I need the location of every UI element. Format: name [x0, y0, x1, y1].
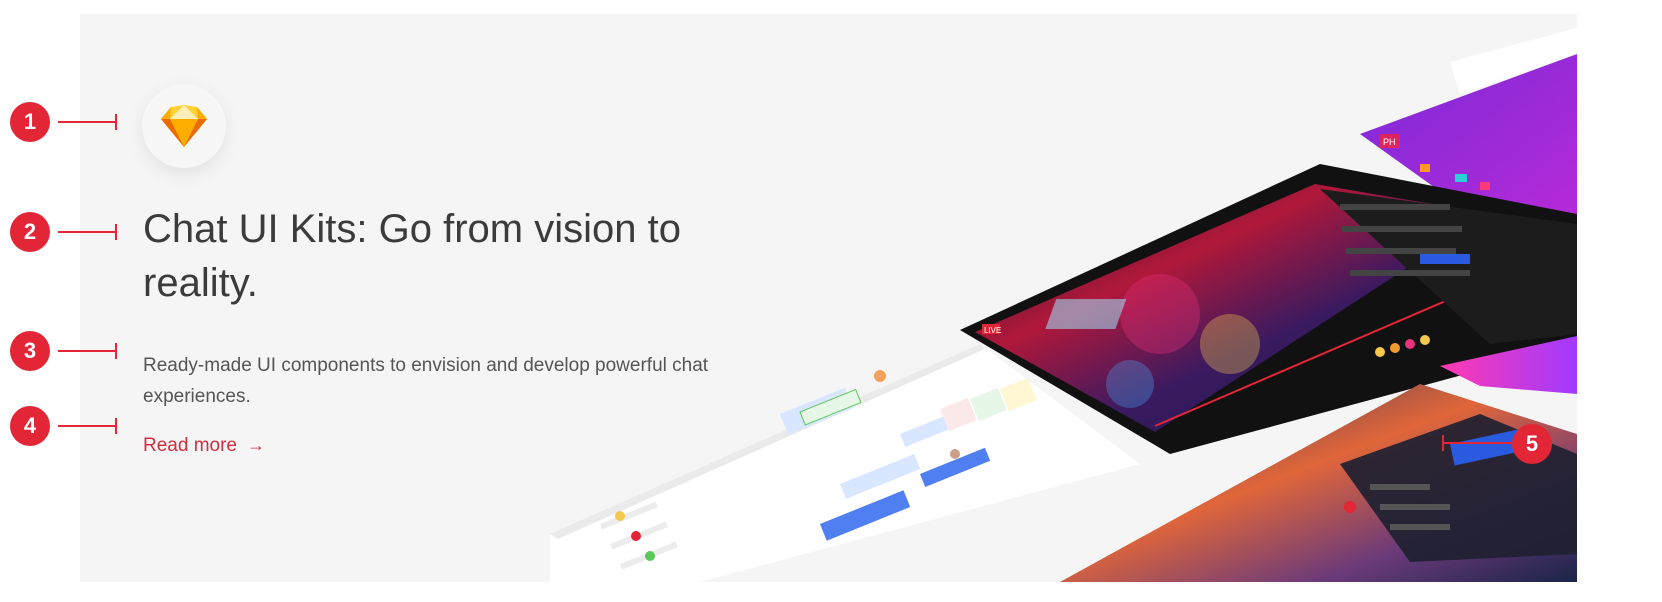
live-badge-text: LIVE [984, 326, 1001, 335]
callout-marker-4: 4 [10, 406, 50, 446]
chat-badge-text: PH [1383, 137, 1396, 147]
hero-banner: Chat UI Kits: Go from vision to reality.… [80, 14, 1577, 582]
callout-marker-3: 3 [10, 331, 50, 371]
callout-marker-1: 1 [10, 102, 50, 142]
callout-marker-2: 2 [10, 212, 50, 252]
mockup-illustration: PH LIVE [550, 28, 1577, 582]
